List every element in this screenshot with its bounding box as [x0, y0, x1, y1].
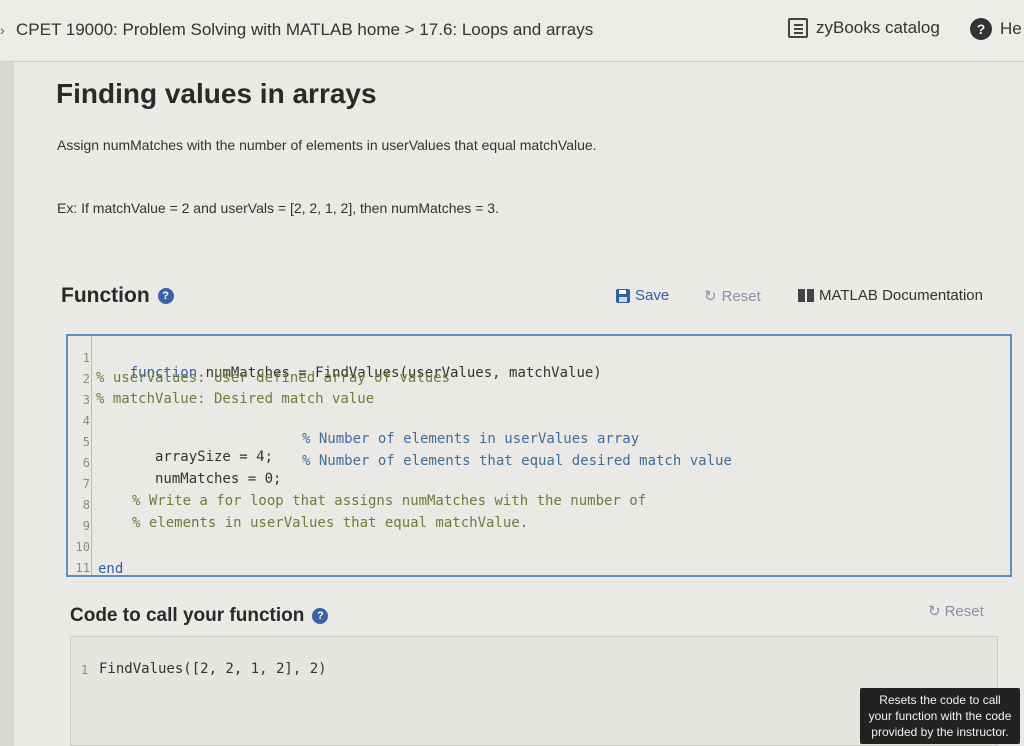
- page-title: Finding values in arrays: [56, 78, 377, 109]
- code-line[interactable]: % elements in userValues that equal matc…: [132, 515, 528, 531]
- code-text: numMatches = 0;: [129, 471, 282, 487]
- top-header: › CPET 19000: Problem Solving with MATLA…: [0, 0, 1024, 62]
- example-text: Ex: If matchValue = 2 and userVals = [2,…: [57, 200, 499, 216]
- floppy-disk-icon: [616, 288, 630, 303]
- line-number: 6: [82, 456, 90, 470]
- help-link[interactable]: ? He: [970, 18, 1022, 40]
- zybooks-catalog-link[interactable]: zyBooks catalog: [788, 18, 940, 38]
- line-number: 9: [82, 519, 90, 533]
- code-line[interactable]: % matchValue: Desired match value: [96, 391, 374, 407]
- question-icon: ?: [970, 18, 992, 40]
- reset-function-button[interactable]: ↻ Reset: [704, 287, 761, 306]
- function-title: Function: [61, 284, 150, 307]
- refresh-icon: ↻: [928, 603, 941, 620]
- call-code-editor[interactable]: 1 FindValues([2, 2, 1, 2], 2): [70, 636, 998, 746]
- reset-call-button[interactable]: ↻ Reset: [928, 602, 984, 621]
- line-number: 1: [81, 663, 89, 677]
- help-label: He: [1000, 19, 1022, 38]
- line-number: 1: [82, 351, 90, 365]
- save-label: Save: [635, 287, 670, 304]
- documentation-icon: [798, 289, 814, 302]
- reset-tooltip: Resets the code to call your function wi…: [860, 688, 1020, 744]
- help-icon[interactable]: ?: [312, 608, 329, 624]
- line-number: 7: [82, 477, 90, 491]
- code-comment: % Number of elements that equal desired …: [302, 453, 732, 469]
- line-number: 2: [82, 372, 90, 386]
- line-number: 4: [82, 414, 90, 428]
- instruction-text: Assign numMatches with the number of ele…: [57, 137, 597, 153]
- code-editor[interactable]: 1 2 3 4 5 6 7 8 9 10 11 function numMatc…: [66, 334, 1012, 577]
- line-number: 5: [82, 435, 90, 449]
- code-line[interactable]: % Write a for loop that assigns numMatch…: [132, 493, 646, 509]
- call-code-line[interactable]: FindValues([2, 2, 1, 2], 2): [99, 661, 327, 677]
- reset-call-label: Reset: [944, 602, 984, 620]
- function-heading: Function ?: [61, 284, 174, 308]
- code-comment: % Number of elements in userValues array: [302, 431, 640, 447]
- line-number: 8: [82, 498, 90, 512]
- catalog-label: zyBooks catalog: [816, 18, 940, 37]
- breadcrumb[interactable]: › CPET 19000: Problem Solving with MATLA…: [0, 20, 593, 40]
- call-title: Code to call your function: [70, 605, 305, 626]
- line-number: 11: [75, 561, 90, 575]
- doc-label: MATLAB Documentation: [819, 287, 983, 304]
- matlab-documentation-link[interactable]: MATLAB Documentation: [798, 287, 983, 304]
- code-line[interactable]: end: [98, 561, 123, 577]
- line-number-gutter: 1 2 3 4 5 6 7 8 9 10 11: [68, 336, 92, 575]
- line-number: 10: [75, 540, 90, 554]
- code-line[interactable]: % userValues: User defined array of valu…: [96, 370, 450, 386]
- refresh-icon: ↻: [704, 288, 717, 305]
- help-icon[interactable]: ?: [157, 288, 174, 304]
- line-number: 3: [82, 393, 90, 407]
- book-icon: [788, 18, 808, 38]
- save-button[interactable]: Save: [616, 287, 669, 304]
- breadcrumb-text[interactable]: CPET 19000: Problem Solving with MATLAB …: [16, 20, 593, 40]
- reset-label: Reset: [721, 287, 761, 305]
- call-heading: Code to call your function ?: [70, 605, 329, 627]
- chevron-right-icon: ›: [0, 22, 5, 38]
